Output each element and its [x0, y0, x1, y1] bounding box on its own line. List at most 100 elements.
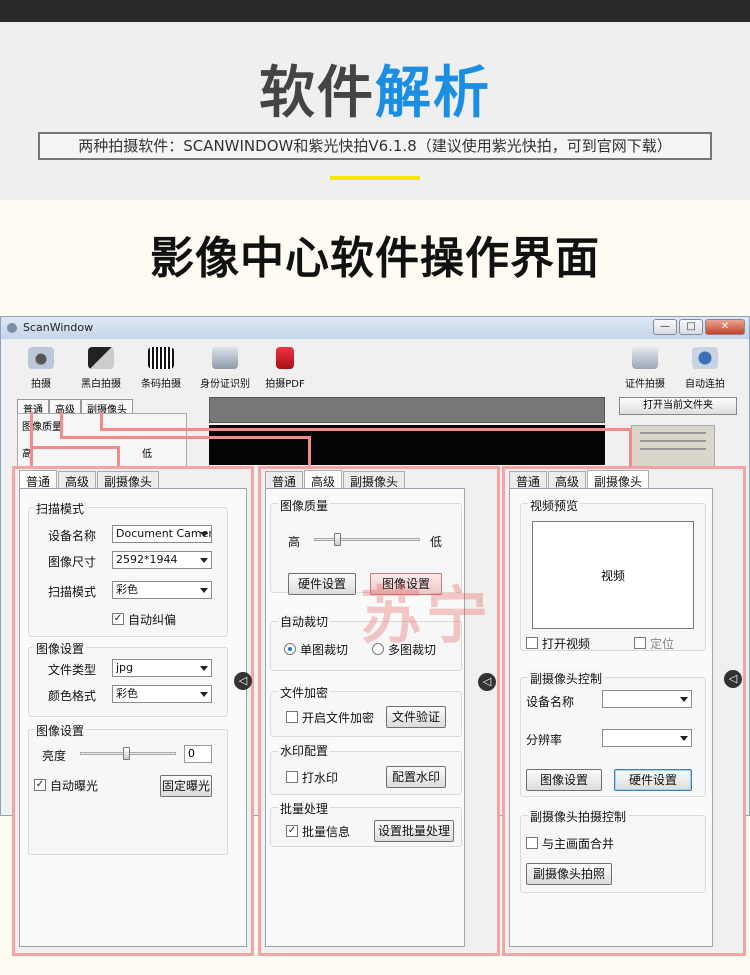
connector-line — [30, 412, 33, 466]
scan-mode-label: 扫描模式 — [48, 585, 97, 599]
open-folder-button[interactable]: 打开当前文件夹 — [619, 397, 737, 415]
device-name-select[interactable]: Document Camer — [112, 525, 212, 543]
config-watermark-button[interactable]: 配置水印 — [386, 766, 446, 788]
position-checkbox[interactable] — [634, 637, 646, 649]
bw-camera-icon — [88, 347, 114, 369]
hardware-settings-button[interactable]: 硬件设置 — [288, 573, 356, 595]
panel-normal-body: 扫描模式 设备名称 Document Camer 图像尺寸 2592*1944 … — [19, 488, 247, 947]
video-preview-box: 视频 — [532, 521, 694, 629]
brightness-input[interactable]: 0 — [184, 745, 212, 763]
watermark-title: 水印配置 — [278, 742, 331, 759]
pdf-icon — [276, 347, 294, 369]
file-type-select[interactable]: jpg — [112, 659, 212, 677]
auto-exposure-label: 自动曝光 — [50, 779, 99, 793]
camera-icon — [28, 347, 54, 369]
minimize-button[interactable]: — — [653, 319, 677, 335]
close-button[interactable]: ✕ — [705, 319, 745, 335]
chevron-down-icon — [680, 697, 688, 702]
subtitle: 两种拍摄软件：SCANWINDOW和紫光快拍V6.1.8（建议使用紫光快拍，可到… — [38, 132, 712, 160]
panel-advanced-body: 图像质量 高 低 硬件设置 图像设置 自动裁切 单图裁切 多图裁切 文件加密 开… — [265, 488, 465, 947]
position-label: 定位 — [650, 637, 675, 651]
quality-slider-thumb[interactable] — [334, 533, 341, 546]
auto-crop-title: 自动裁切 — [278, 613, 331, 630]
barcode-icon — [148, 347, 174, 369]
scan-mode-value: 彩色 — [116, 583, 138, 596]
verify-file-button[interactable]: 文件验证 — [386, 706, 446, 728]
tool-label: 证件拍摄 — [625, 379, 665, 390]
secondary-image-settings-button[interactable]: 图像设置 — [526, 769, 602, 791]
single-crop-radio[interactable] — [284, 643, 296, 655]
image-settings2-title: 图像设置 — [34, 722, 87, 739]
file-type-label: 文件类型 — [48, 663, 97, 677]
section-title: 影像中心软件操作界面 — [150, 233, 600, 284]
tool-id-card[interactable]: 身份证识别 — [195, 347, 255, 390]
chevron-down-icon — [200, 692, 208, 697]
quality-title: 图像质量 — [278, 497, 331, 514]
fixed-exposure-button[interactable]: 固定曝光 — [160, 775, 212, 797]
batch-info-label: 批量信息 — [302, 825, 351, 839]
panel-advanced: 普通 高级 副摄像头 图像质量 高 低 硬件设置 图像设置 自动裁切 单图裁切 … — [258, 466, 500, 956]
tool-pdf[interactable]: 拍摄PDF — [255, 347, 315, 390]
panel-secondary-camera: 普通 高级 副摄像头 视频预览 视频 打开视频 定位 副摄像头控制 设备名称 分… — [502, 466, 746, 956]
connector-line — [117, 446, 120, 468]
brightness-label: 亮度 — [42, 749, 67, 763]
tool-certificate[interactable]: 证件拍摄 — [615, 347, 675, 390]
chevron-down-icon — [680, 736, 688, 741]
video-preview-title: 视频预览 — [528, 497, 581, 514]
connector-line — [60, 412, 63, 438]
window-controls: — □ ✕ — [653, 319, 745, 335]
tool-burst[interactable]: 自动连拍 — [675, 347, 735, 390]
brightness-slider-thumb[interactable] — [123, 747, 130, 760]
chevron-down-icon — [200, 532, 208, 537]
quality-high-label: 高 — [288, 535, 301, 549]
open-video-checkbox[interactable] — [526, 637, 538, 649]
secondary-device-select[interactable] — [602, 690, 692, 708]
batch-info-checkbox[interactable]: ✓ — [286, 825, 298, 837]
device-name-label: 设备名称 — [48, 529, 97, 543]
tool-bw-capture[interactable]: 黑白拍摄 — [71, 347, 131, 390]
camera-preview — [209, 425, 605, 465]
single-crop-label: 单图裁切 — [300, 643, 349, 657]
quality-slider-track — [314, 538, 420, 541]
file-type-value: jpg — [116, 661, 134, 674]
image-size-select[interactable]: 2592*1944 — [112, 551, 212, 569]
thumb-line — [640, 440, 706, 442]
tool-capture[interactable]: 拍摄 — [11, 347, 71, 390]
encrypt-checkbox[interactable] — [286, 711, 298, 723]
tool-label: 拍摄PDF — [265, 379, 305, 390]
secondary-hardware-settings-button[interactable]: 硬件设置 — [614, 769, 692, 791]
image-size-value: 2592*1944 — [116, 553, 178, 566]
secondary-capture-button[interactable]: 副摄像头拍照 — [526, 863, 612, 885]
app-titlebar: ScanWindow — □ ✕ — [1, 317, 749, 339]
tool-barcode[interactable]: 条码拍摄 — [131, 347, 191, 390]
watermark-checkbox[interactable] — [286, 771, 298, 783]
maximize-button[interactable]: □ — [679, 319, 703, 335]
certificate-icon — [632, 347, 658, 369]
panel-normal: 普通 高级 副摄像头 扫描模式 设备名称 Document Camer 图像尺寸… — [12, 466, 254, 956]
encrypt-title: 文件加密 — [278, 684, 331, 701]
image-size-label: 图像尺寸 — [48, 555, 97, 569]
auto-deskew-label: 自动纠偏 — [128, 613, 177, 627]
collapse-arrow-icon[interactable]: ◁ — [724, 670, 742, 688]
auto-deskew-checkbox[interactable]: ✓ — [112, 613, 124, 625]
collapse-arrow-icon[interactable]: ◁ — [234, 672, 252, 690]
device-name-value: Document Camer — [116, 527, 212, 540]
image-settings-group — [28, 647, 228, 717]
document-thumbnail[interactable] — [631, 425, 715, 469]
scan-mode-select[interactable]: 彩色 — [112, 581, 212, 599]
auto-exposure-checkbox[interactable]: ✓ — [34, 779, 46, 791]
tool-label: 自动连拍 — [685, 379, 725, 390]
color-format-select[interactable]: 彩色 — [112, 685, 212, 703]
thumb-line — [640, 432, 706, 434]
merge-label: 与主画面合并 — [542, 837, 615, 851]
resolution-select[interactable] — [602, 729, 692, 747]
watermark-label: 打水印 — [302, 771, 339, 785]
scan-mode-title: 扫描模式 — [34, 500, 87, 517]
connector-line — [100, 428, 632, 431]
merge-checkbox[interactable] — [526, 837, 538, 849]
panel-secondary-body: 视频预览 视频 打开视频 定位 副摄像头控制 设备名称 分辨率 图像设置 硬件设… — [509, 488, 713, 947]
tool-label: 拍摄 — [31, 379, 51, 390]
setup-batch-button[interactable]: 设置批量处理 — [374, 820, 454, 842]
collapse-arrow-icon[interactable]: ◁ — [478, 673, 496, 691]
title-part-2: 解析 — [375, 61, 491, 126]
